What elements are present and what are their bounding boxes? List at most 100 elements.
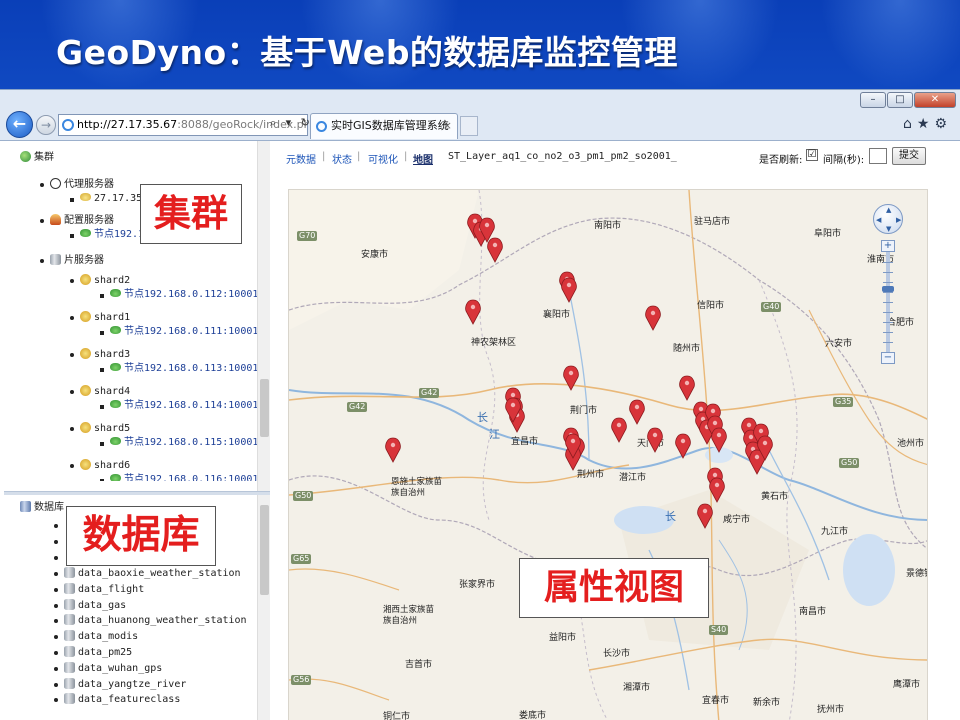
database-scrollbar[interactable] [257,495,270,720]
shard-node[interactable]: shard6 [80,459,130,472]
pan-up-icon[interactable]: ▲ [886,206,891,214]
map-marker-pin[interactable] [611,417,627,443]
pan-down-icon[interactable]: ▼ [886,225,891,233]
home-favorites-tools-icons[interactable]: ⌂★⚙ [903,116,952,132]
config-server-child[interactable]: 节点192.1 [80,229,144,241]
shard-child-node[interactable]: 节点192.168.0.116:10001 [110,474,257,481]
zoom-thumb[interactable] [882,286,894,292]
map-marker-pin[interactable] [711,427,727,453]
shard-child-label: 节点192.168.0.116:10001 [124,474,257,481]
minimize-button[interactable]: – [860,92,886,108]
database-item[interactable]: data_huanong_weather_station [64,614,247,627]
map-marker-pin[interactable] [487,237,503,263]
left-panel: 集群 代理服务器 27.17.35. 配置服务器 节点192.1 片服务器 sh… [4,141,270,720]
refresh-checkbox[interactable]: ☑ [806,149,818,161]
database-callout: 数据库 [66,506,216,566]
shard-server-label: 片服务器 [64,255,104,266]
browser-window: – □ ✕ ← → http://27.17.35.67:8088/geoRoc… [0,89,960,720]
shard-node[interactable]: shard1 [80,311,130,324]
tab-map[interactable]: 地图 [413,151,433,166]
shard-child-node[interactable]: 节点192.168.0.113:10001 [110,363,257,375]
database-icon [20,501,31,512]
address-controls[interactable]: ⌕ ▾ ↻ [270,116,313,130]
shard-child-node[interactable]: 节点192.168.0.114:10001 [110,400,257,412]
map-marker-pin[interactable] [561,277,577,303]
navigation-bar: ← → http://27.17.35.67:8088/geoRock/inde… [0,110,960,140]
map-marker-pin[interactable] [675,433,691,459]
shard-icon [80,274,91,285]
shard-icon [80,311,91,322]
shard-child-label: 节点192.168.0.115:10001 [124,437,257,448]
shard-icon [80,422,91,433]
cluster-scrollbar[interactable] [257,141,270,491]
database-item[interactable]: data_yangtze_river [64,677,186,691]
database-icon [64,646,75,657]
config-server-node[interactable]: 配置服务器 [50,214,114,227]
cloud-icon [110,474,121,481]
interval-input[interactable] [869,148,887,164]
map-marker-pin[interactable] [679,375,695,401]
pan-right-icon[interactable]: ▶ [896,216,901,224]
new-tab-button[interactable] [460,116,478,136]
ie-page-icon [62,119,74,131]
proxy-server-node[interactable]: 代理服务器 [50,178,114,191]
map-marker-pin[interactable] [647,427,663,453]
shard-child-node[interactable]: 节点192.168.0.111:10001 [110,326,257,338]
map-marker-pin[interactable] [563,365,579,391]
map-marker-pin[interactable] [629,399,645,425]
zoom-in-button[interactable]: + [881,240,895,252]
shard-label: shard2 [94,275,131,286]
browser-tab[interactable]: 实时GIS数据库管理系统 × [310,113,458,139]
map-view[interactable]: 南阳市 驻马店市 阜阳市 淮南市 安康市 襄阳市 信阳市 合肥市 六安市 神农架林区 随州市 荆门市宜… [288,189,928,720]
map-marker-pin[interactable] [465,299,481,325]
database-item-label: data_wuhan_gps [78,662,163,674]
map-marker-pin[interactable] [645,305,661,331]
shard-child-node[interactable]: 节点192.168.0.112:10001 [110,289,257,301]
tab-visualization[interactable]: 可视化 [368,151,398,166]
tab-page-icon [316,121,327,132]
map-marker-pin[interactable] [697,503,713,529]
back-button[interactable]: ← [6,111,33,138]
shard-node[interactable]: shard3 [80,348,130,361]
tab-status[interactable]: 状态 [332,151,352,166]
map-marker-pin[interactable] [385,437,401,463]
database-item[interactable]: data_pm25 [64,646,132,659]
shard-child-label: 节点192.168.0.113:10001 [124,363,257,374]
refresh-label: 是否刷新: [759,155,803,166]
database-item[interactable]: data_featureclass [64,693,180,706]
map-marker-pin[interactable] [709,477,725,503]
shard-node[interactable]: shard5 [80,422,130,435]
shard-node[interactable]: shard4 [80,385,130,398]
pan-control[interactable]: ▲ ▼ ◀ ▶ [873,204,903,234]
tab-close-icon[interactable]: × [443,114,452,138]
cluster-callout: 集群 [140,184,242,244]
database-item[interactable]: data_gas [64,598,126,612]
database-icon [64,614,75,626]
database-item[interactable]: data_flight [64,582,144,596]
database-item[interactable]: data_modis [64,630,138,643]
cloud-icon [110,400,121,408]
zoom-out-button[interactable]: − [881,352,895,364]
zoom-control: + − [881,240,895,364]
proxy-server-child[interactable]: 27.17.35. [80,193,148,205]
submit-button[interactable]: 提交 [892,147,926,165]
maximize-button[interactable]: □ [887,92,913,108]
zoom-slider[interactable] [882,252,894,352]
shard-child-node[interactable]: 节点192.168.0.115:10001 [110,437,257,449]
cloud-icon [80,193,91,201]
database-item-label: data_pm25 [78,647,133,658]
database-item[interactable]: data_baoxie_weather_station [64,567,241,580]
database-item[interactable]: data_wuhan_gps [64,661,163,675]
config-child-label: 节点192.1 [94,229,145,240]
cluster-root[interactable]: 集群 [20,151,54,164]
tab-metadata[interactable]: 元数据 [286,151,316,166]
close-button[interactable]: ✕ [914,92,956,108]
page-content: 集群 代理服务器 27.17.35. 配置服务器 节点192.1 片服务器 sh… [0,140,960,720]
forward-button[interactable]: → [36,115,56,135]
pan-left-icon[interactable]: ◀ [876,216,881,224]
shard-server-node[interactable]: 片服务器 [50,254,104,267]
shard-node[interactable]: shard2 [80,274,130,287]
cluster-root-label: 集群 [34,152,54,163]
database-root[interactable]: 数据库 [20,501,64,514]
layer-name: ST_Layer_aq1_co_no2_o3_pm1_pm2_so2001_ [448,151,677,162]
